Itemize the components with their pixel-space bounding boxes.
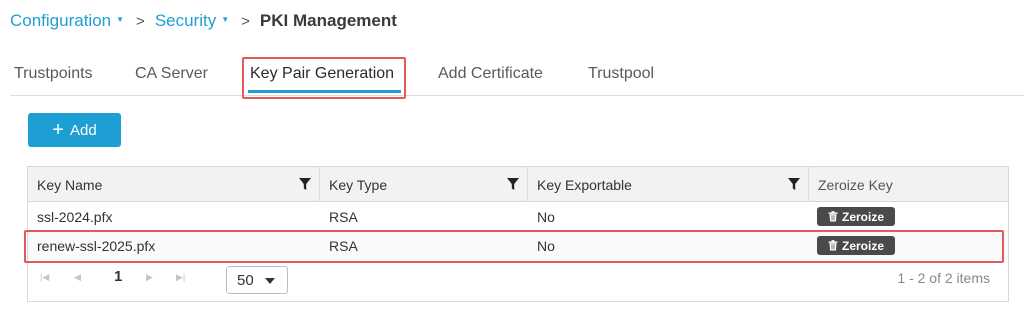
page-size-value: 50 (237, 271, 254, 289)
breadcrumb-configuration-label[interactable]: Configuration (10, 11, 111, 31)
caret-down-icon: ▼ (116, 14, 125, 24)
last-page-icon[interactable]: ▶| (176, 272, 185, 283)
column-divider (527, 167, 528, 202)
filter-icon[interactable] (506, 177, 520, 191)
table-row[interactable]: ssl-2024.pfx RSA No Zeroize (28, 202, 1008, 231)
zeroize-button[interactable]: Zeroize (817, 207, 895, 226)
cell-key-name: ssl-2024.pfx (37, 208, 113, 225)
add-button-label: Add (69, 121, 97, 139)
previous-page-icon[interactable]: ◀ (74, 272, 81, 283)
breadcrumb-security-label[interactable]: Security (155, 11, 216, 31)
tab-bar: Trustpoints CA Server Key Pair Generatio… (10, 60, 1024, 96)
dropdown-arrow-icon (265, 278, 275, 284)
plus-icon: + (52, 119, 64, 141)
row-highlight-box (24, 230, 1004, 263)
trash-icon (828, 211, 838, 222)
pagination-range: 1 - 2 of 2 items (897, 270, 990, 286)
cell-key-type: RSA (329, 208, 358, 225)
breadcrumb: Configuration ▼ > Security ▼ > PKI Manag… (10, 9, 397, 33)
breadcrumb-separator: > (241, 12, 250, 30)
breadcrumb-security[interactable]: Security ▼ (155, 11, 229, 31)
first-page-icon[interactable]: |◀ (40, 272, 49, 283)
column-header-key-name[interactable]: Key Name (37, 167, 102, 202)
column-divider (319, 167, 320, 202)
tab-trustpoints[interactable]: Trustpoints (14, 65, 93, 83)
current-page-number[interactable]: 1 (114, 268, 122, 285)
cell-key-exportable: No (537, 208, 555, 225)
tab-add-certificate[interactable]: Add Certificate (438, 65, 543, 83)
zeroize-button-label: Zeroize (841, 209, 884, 224)
page-size-select[interactable]: 50 (226, 266, 288, 294)
page-title: PKI Management (259, 11, 397, 30)
add-button[interactable]: + Add (28, 113, 121, 147)
filter-icon[interactable] (298, 177, 312, 191)
column-header-key-exportable[interactable]: Key Exportable (537, 167, 632, 202)
column-header-zeroize-key: Zeroize Key (818, 176, 893, 193)
filter-icon[interactable] (787, 177, 801, 191)
tab-ca-server[interactable]: CA Server (135, 65, 208, 83)
column-divider (808, 167, 809, 202)
column-header-key-type[interactable]: Key Type (329, 167, 387, 202)
breadcrumb-configuration[interactable]: Configuration ▼ (10, 11, 124, 31)
tab-trustpool[interactable]: Trustpool (588, 65, 654, 83)
caret-down-icon: ▼ (221, 14, 230, 24)
table-header: Key Name Key Type Key Exportable Zeroize… (28, 167, 1008, 202)
tab-highlight-box (242, 57, 406, 99)
next-page-icon[interactable]: ▶ (146, 272, 153, 283)
breadcrumb-separator: > (136, 12, 145, 30)
